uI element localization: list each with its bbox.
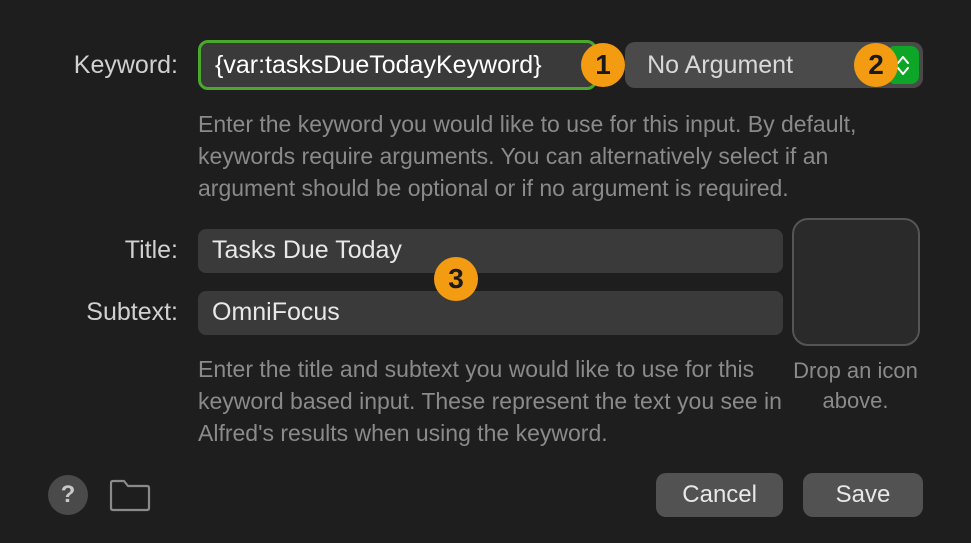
chevron-up-down-icon <box>887 46 919 84</box>
argument-select-value: No Argument <box>647 51 887 80</box>
icon-well-label: Drop an icon above. <box>788 356 923 415</box>
title-input[interactable] <box>198 229 783 273</box>
folder-icon[interactable] <box>108 478 152 512</box>
argument-select[interactable]: No Argument <box>625 42 923 88</box>
title-label: Title: <box>48 236 178 265</box>
subtext-label: Subtext: <box>48 298 178 327</box>
keyword-input[interactable] <box>198 40 597 90</box>
cancel-button[interactable]: Cancel <box>656 473 783 517</box>
help-icon[interactable]: ? <box>48 475 88 515</box>
icon-drop-well[interactable] <box>792 218 920 346</box>
save-button[interactable]: Save <box>803 473 923 517</box>
keyword-label: Keyword: <box>48 51 178 80</box>
keyword-helper-text: Enter the keyword you would like to use … <box>198 108 923 205</box>
title-subtext-helper-text: Enter the title and subtext you would li… <box>198 353 798 450</box>
subtext-input[interactable] <box>198 291 783 335</box>
